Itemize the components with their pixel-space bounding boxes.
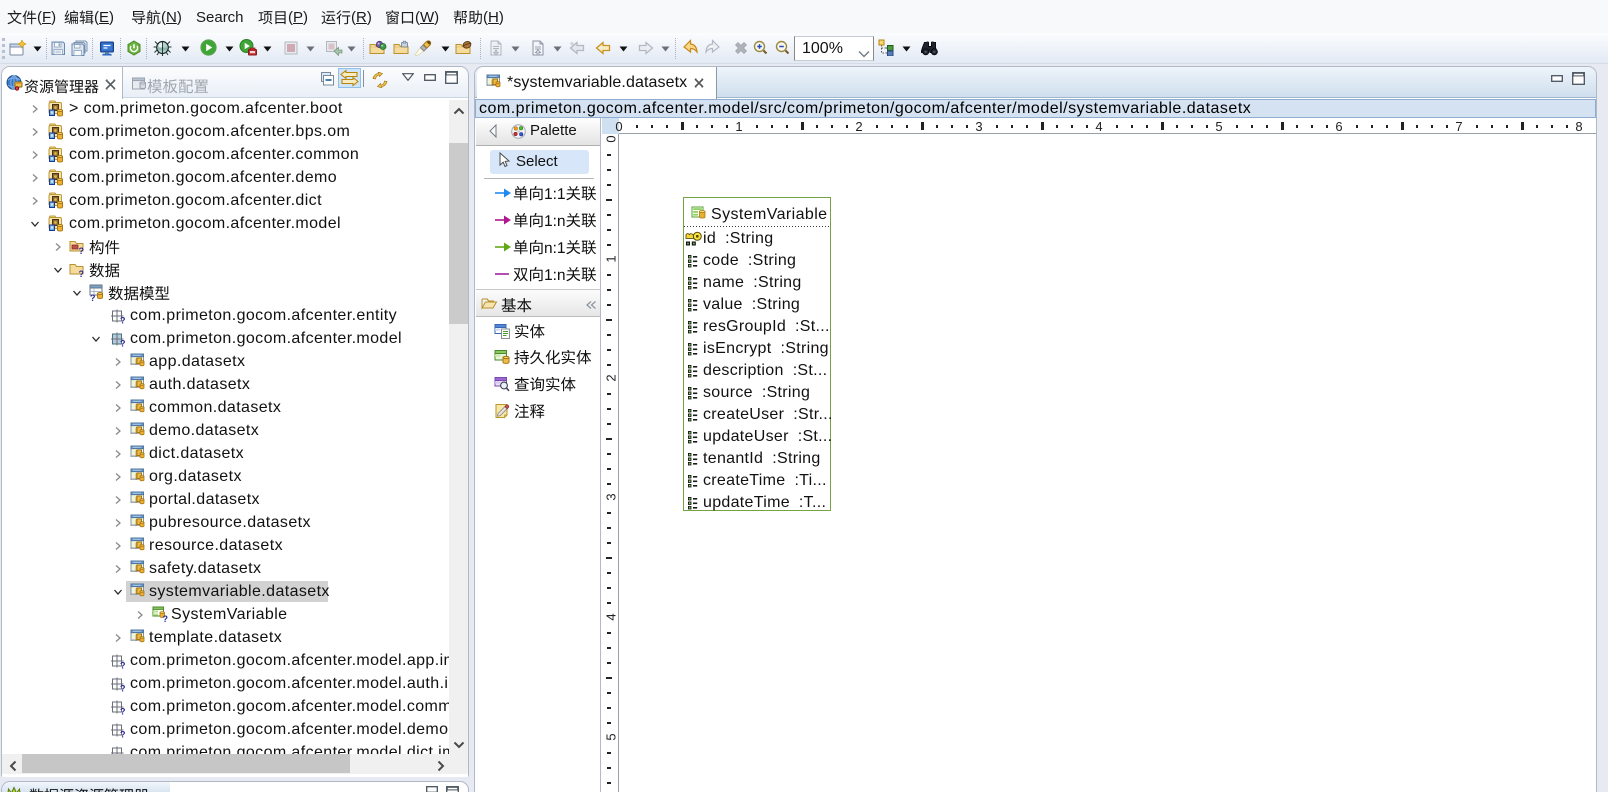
- svg-text:?: ?: [163, 614, 169, 622]
- svg-text:?: ?: [120, 730, 126, 739]
- svg-text:?: ?: [120, 339, 126, 348]
- svg-text:?: ?: [79, 269, 85, 278]
- svg-text:?: ?: [120, 707, 126, 716]
- svg-text:?: ?: [120, 684, 126, 693]
- svg-text:?: ?: [79, 246, 85, 255]
- svg-text:?: ?: [120, 316, 126, 325]
- svg-text:?: ?: [90, 293, 96, 301]
- svg-text:?: ?: [120, 661, 126, 670]
